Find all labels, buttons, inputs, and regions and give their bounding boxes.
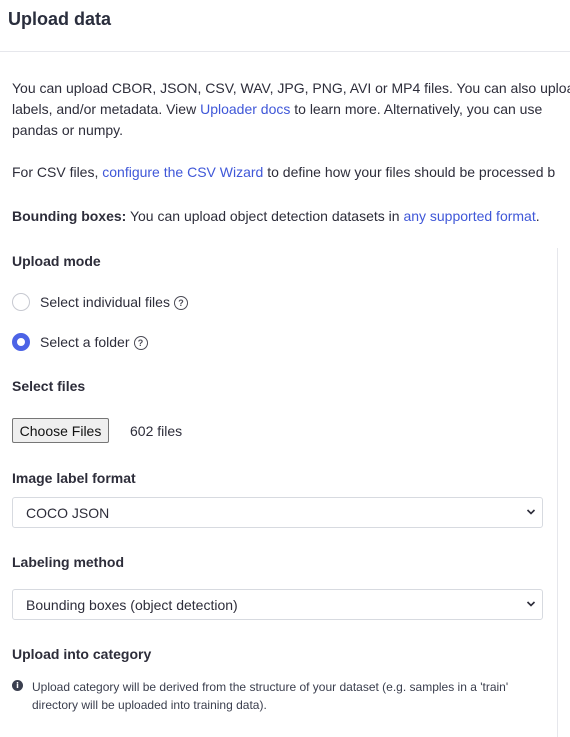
supported-format-link[interactable]: any supported format [403, 208, 535, 224]
image-label-format-label: Image label format [12, 470, 136, 486]
choose-files-button[interactable]: Choose Files [12, 418, 109, 443]
info-text: Upload category will be derived from the… [32, 680, 509, 712]
intro-line-2: labels, and/or metadata. View Uploader d… [12, 99, 542, 120]
csv-line: For CSV files, configure the CSV Wizard … [12, 162, 555, 183]
image-label-format-select[interactable]: COCO JSON [12, 497, 543, 528]
bbox-text: . [535, 208, 540, 224]
intro-text: labels, and/or metadata. View [12, 101, 201, 117]
csv-wizard-link[interactable]: configure the CSV Wizard [102, 164, 263, 180]
bounding-boxes-line: Bounding boxes: You can upload object de… [12, 206, 540, 227]
page-title: Upload data [8, 9, 112, 29]
radio-label: Select individual files? [40, 294, 188, 310]
question-circle-icon[interactable]: ? [133, 336, 148, 350]
chevron-down-icon [526, 601, 536, 607]
bbox-text: You can upload object detection datasets… [126, 208, 404, 224]
radio-select-a-folder[interactable]: Select a folder? [12, 332, 148, 352]
radio-button[interactable] [12, 293, 30, 311]
chevron-down-icon [526, 509, 536, 515]
page-header: Upload data [0, 0, 570, 52]
radio-button-checked[interactable] [12, 333, 30, 351]
panel-divider [557, 248, 558, 737]
select-value: Bounding boxes (object detection) [26, 597, 238, 613]
csv-text: For CSV files, [12, 164, 103, 180]
radio-select-individual-files[interactable]: Select individual files? [12, 292, 188, 312]
uploader-docs-link[interactable]: Uploader docs [200, 101, 290, 117]
labeling-method-label: Labeling method [12, 554, 124, 570]
csv-text: to define how your files should be proce… [263, 164, 556, 180]
radio-label: Select a folder? [40, 334, 148, 350]
info-circle-icon: i [12, 680, 23, 691]
question-circle-icon[interactable]: ? [173, 296, 188, 310]
select-files-label: Select files [12, 378, 86, 394]
upload-category-label: Upload into category [12, 646, 152, 662]
intro-line-3: pandas or numpy. [12, 122, 124, 138]
upload-mode-label: Upload mode [12, 253, 101, 269]
select-value: COCO JSON [26, 505, 110, 521]
labeling-method-select[interactable]: Bounding boxes (object detection) [12, 589, 543, 620]
bounding-boxes-heading: Bounding boxes: [12, 208, 127, 224]
file-count: 602 files [130, 423, 183, 439]
intro-text: to learn more. Alternatively, you can us… [290, 101, 543, 117]
intro-line-1: You can upload CBOR, JSON, CSV, WAV, JPG… [12, 80, 570, 96]
